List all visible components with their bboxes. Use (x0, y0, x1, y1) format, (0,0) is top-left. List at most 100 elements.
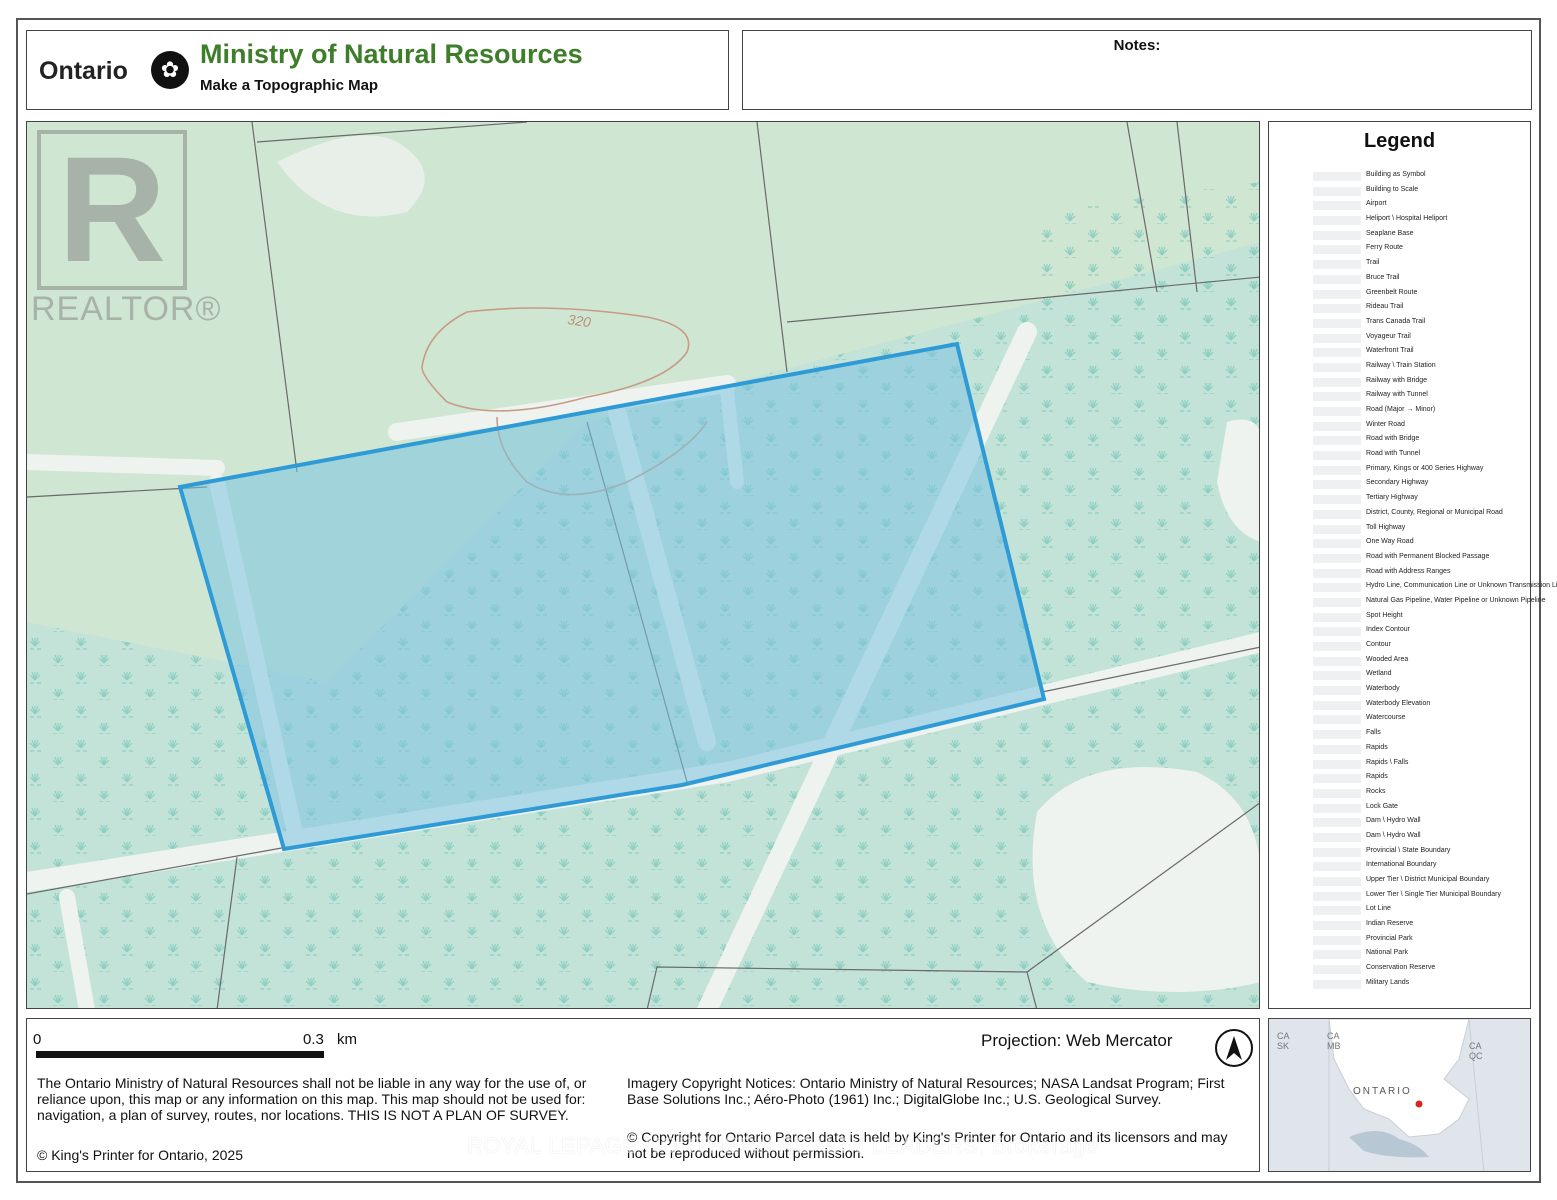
legend-symbol-icon (1313, 979, 1361, 989)
legend-symbol-icon (1313, 245, 1361, 255)
legend-symbol-icon (1313, 656, 1361, 666)
legend-symbol-icon (1313, 230, 1361, 240)
legend-item-label: Trail (1366, 259, 1380, 267)
map-canvas[interactable]: 320 R REALTOR® (26, 121, 1260, 1009)
legend-item: Waterbody Elevation (1269, 699, 1532, 714)
inset-label-ca-sk: CA SK (1277, 1031, 1290, 1051)
legend-item-label: Rocks (1366, 787, 1386, 795)
legend-item: Trail (1269, 258, 1532, 273)
legend-item-label: Indian Reserve (1366, 920, 1414, 928)
legend-symbol-icon (1313, 436, 1361, 446)
legend-item-label: Contour (1366, 641, 1391, 648)
legend-symbol-icon (1313, 392, 1361, 402)
legend-item: Military Lands (1269, 978, 1532, 993)
legend-item: District, County, Regional or Municipal … (1269, 508, 1532, 523)
legend-item: Road with Tunnel (1269, 449, 1532, 464)
legend-item: One Way Road (1269, 537, 1532, 552)
road (27, 454, 225, 476)
legend-item-label: One Way Road (1366, 538, 1414, 546)
scale-start-label: 0 (33, 1031, 42, 1048)
title-block: Ontario ✿ Ministry of Natural Resources … (26, 30, 729, 110)
legend-item-label: Seaplane Base (1366, 229, 1414, 237)
legend-item-label: Road with Tunnel (1366, 450, 1421, 458)
legend-item-label: Railway \ Train Station (1366, 361, 1436, 369)
location-marker (1415, 1100, 1423, 1108)
legend-item-label: Upper Tier \ District Municipal Boundary (1366, 876, 1490, 883)
legend-item: Index Contour (1269, 625, 1532, 640)
legend-item: Trans Canada Trail (1269, 317, 1532, 332)
legend-symbol-icon (1313, 216, 1361, 226)
legend-symbol-icon (1313, 274, 1361, 284)
legend-item: Rapids (1269, 743, 1532, 758)
legend-item-label: Natural Gas Pipeline, Water Pipeline or … (1366, 596, 1546, 604)
legend-item: Conservation Reserve (1269, 963, 1532, 978)
legend-item: Rapids \ Falls (1269, 758, 1532, 773)
legend-item: Greenbelt Route (1269, 288, 1532, 303)
notes-label: Notes: (1113, 37, 1161, 54)
legend-item-label: Lower Tier \ Single Tier Municipal Bound… (1366, 890, 1502, 898)
legend-symbol-icon (1313, 377, 1361, 387)
legend-item-label: Building as Symbol (1366, 171, 1426, 178)
legend-symbol-icon (1313, 260, 1361, 270)
legend-item-label: Spot Height (1366, 611, 1403, 619)
imagery-notice: Imagery Copyright Notices: Ontario Minis… (627, 1075, 1225, 1107)
contour-label: 320 (567, 311, 593, 330)
legend-item-label: Primary, Kings or 400 Series Highway (1366, 464, 1484, 472)
legend-item: Lower Tier \ Single Tier Municipal Bound… (1269, 890, 1532, 905)
legend-item-label: Military Lands (1366, 978, 1410, 986)
legend-item: Toll Highway (1269, 523, 1532, 538)
topographic-map[interactable]: 320 (27, 122, 1260, 1009)
legend-symbol-icon (1313, 407, 1361, 416)
legend-symbol-icon (1313, 553, 1361, 563)
legend-item: Indian Reserve (1269, 919, 1532, 934)
inset-label-ca-qc: CA QC (1469, 1041, 1483, 1061)
legend-item: Rideau Trail (1269, 302, 1532, 317)
legend-symbol-icon (1313, 906, 1361, 916)
legend-symbol-icon (1313, 201, 1361, 211)
legend-item-label: Building to Scale (1366, 185, 1419, 193)
legend-symbol-icon (1313, 568, 1361, 578)
legend-item-label: Railway with Tunnel (1366, 391, 1428, 399)
legend-item-label: Falls (1366, 729, 1381, 737)
legend-item-label: Rapids (1366, 773, 1388, 781)
legend-item: Building as Symbol (1269, 170, 1532, 185)
legend-item: Road with Bridge (1269, 434, 1532, 449)
legend-symbol-icon (1313, 539, 1361, 549)
legend-item-label: Rapids (1366, 743, 1388, 751)
legend-item-label: Waterfront Trail (1366, 347, 1414, 355)
legend-symbol-icon (1313, 583, 1361, 593)
legend-item-label: Wetland (1366, 670, 1392, 678)
legend-item-label: Winter Road (1366, 420, 1405, 428)
projection-label: Projection: Web Mercator (981, 1031, 1173, 1050)
legend-symbol-icon (1313, 730, 1361, 740)
legend-item-label: Tertiary Highway (1366, 494, 1418, 502)
legend-symbol-icon (1313, 891, 1361, 901)
legend-symbol-icon (1313, 495, 1361, 505)
legend-item-label: Voyageur Trail (1366, 332, 1411, 340)
legend-symbol-icon (1313, 524, 1361, 534)
legend-item: Airport (1269, 199, 1532, 214)
legend-symbol-icon (1313, 744, 1361, 754)
legend-item: Contour (1269, 640, 1532, 655)
legend-symbol-icon (1313, 671, 1361, 681)
legend-item: Voyageur Trail (1269, 332, 1532, 347)
legend-symbol-icon (1313, 612, 1361, 622)
legend-item-label: Hydro Line, Communication Line or Unknow… (1366, 582, 1557, 590)
legend-item: Provincial Park (1269, 934, 1532, 949)
legend-item-label: Airport (1366, 200, 1387, 208)
locator-inset-map[interactable]: CA SK CA MB CA QC ONTARIO (1268, 1018, 1531, 1172)
legend-symbol-icon (1313, 451, 1361, 461)
trillium-logo-icon: ✿ (151, 51, 189, 89)
legend-item: Hydro Line, Communication Line or Unknow… (1269, 581, 1557, 596)
legend-item: Dam \ Hydro Wall (1269, 816, 1532, 831)
legend-title: Legend (1363, 130, 1436, 152)
legend-item-label: Lot Line (1366, 905, 1391, 913)
legend-symbol-icon (1313, 715, 1361, 725)
legend-item: Provincial \ State Boundary (1269, 846, 1532, 861)
disclaimer-text: The Ontario Ministry of Natural Resource… (37, 1075, 587, 1123)
legend-symbol-icon (1313, 686, 1361, 696)
legend-item: Winter Road (1269, 420, 1532, 435)
legend-item: Road with Address Ranges (1269, 567, 1532, 582)
legend-symbol-icon (1313, 950, 1361, 960)
legend-item: Upper Tier \ District Municipal Boundary (1269, 875, 1532, 890)
